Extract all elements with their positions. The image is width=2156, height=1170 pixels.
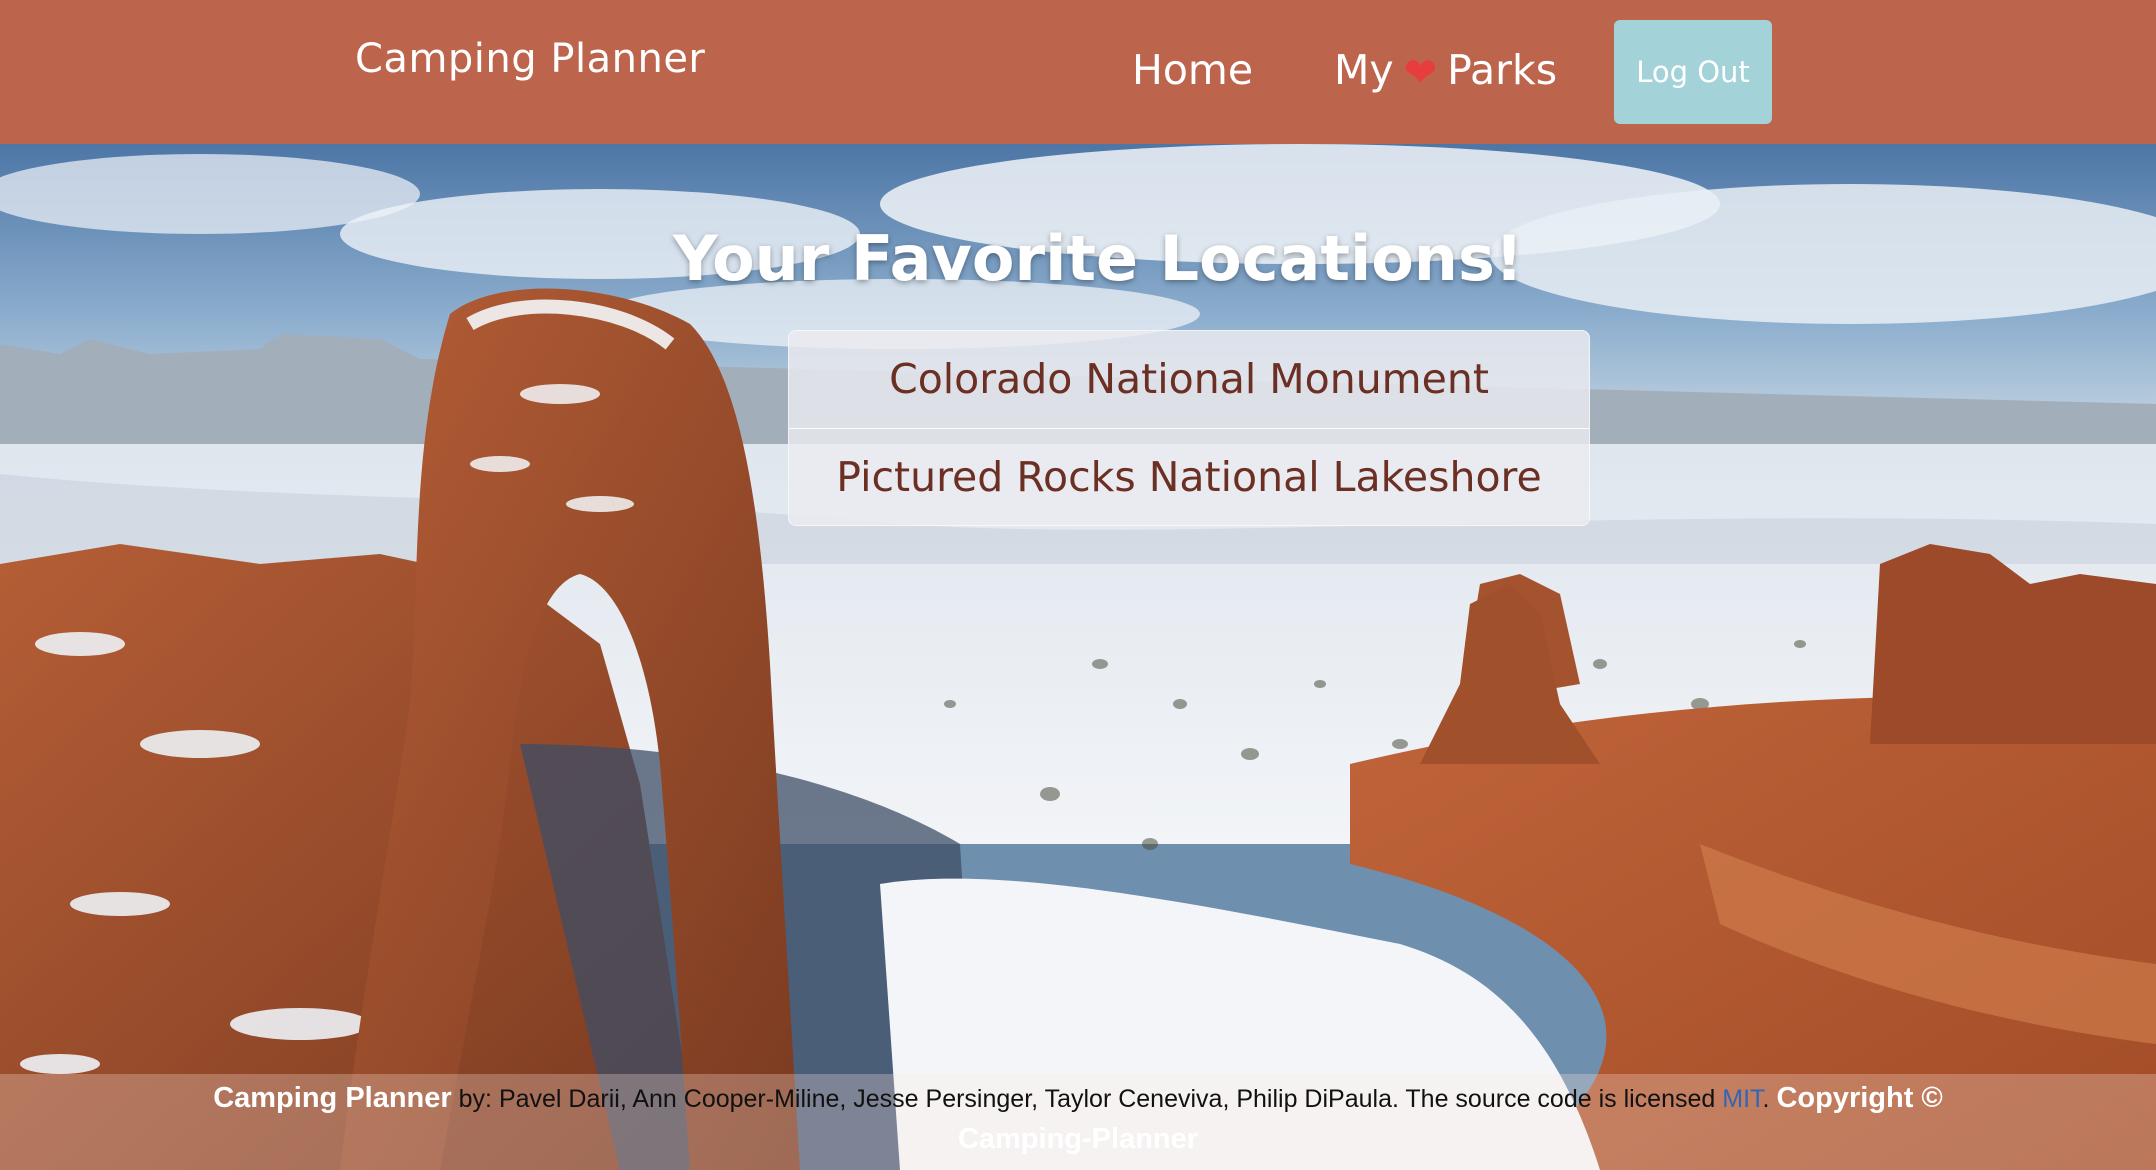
nav-my-label: My <box>1334 46 1394 94</box>
nav-parks-label: Parks <box>1447 46 1558 94</box>
footer-brand: Camping Planner <box>213 1082 452 1114</box>
navbar: Camping Planner Home My ❤ Parks Log Out <box>0 0 2156 144</box>
landscape-illustration <box>0 144 2156 1170</box>
page-title: Your Favorite Locations! <box>672 221 1524 295</box>
nav-my-parks-link[interactable]: My ❤ Parks <box>1334 46 1557 96</box>
favorites-list: Colorado National Monument Pictured Rock… <box>788 330 1590 526</box>
footer-copyright: Copyright © <box>1776 1082 1943 1114</box>
background-landscape-image <box>0 144 2156 1170</box>
brand-link[interactable]: Camping Planner <box>355 36 705 82</box>
favorite-item-colorado[interactable]: Colorado National Monument <box>789 331 1589 428</box>
heart-icon: ❤ <box>1403 50 1438 96</box>
nav-home-link[interactable]: Home <box>1132 46 1253 94</box>
license-link[interactable]: MIT <box>1722 1085 1762 1113</box>
favorite-item-pictured-rocks[interactable]: Pictured Rocks National Lakeshore <box>789 427 1589 526</box>
footer: Camping Planner by: Pavel Darii, Ann Coo… <box>0 1074 2156 1170</box>
footer-credits: by: Pavel Darii, Ann Cooper-Miline, Jess… <box>458 1085 1716 1113</box>
logout-button[interactable]: Log Out <box>1614 20 1772 124</box>
footer-period: . <box>1762 1085 1770 1113</box>
footer-copyright-owner: Camping-Planner <box>957 1123 1199 1155</box>
